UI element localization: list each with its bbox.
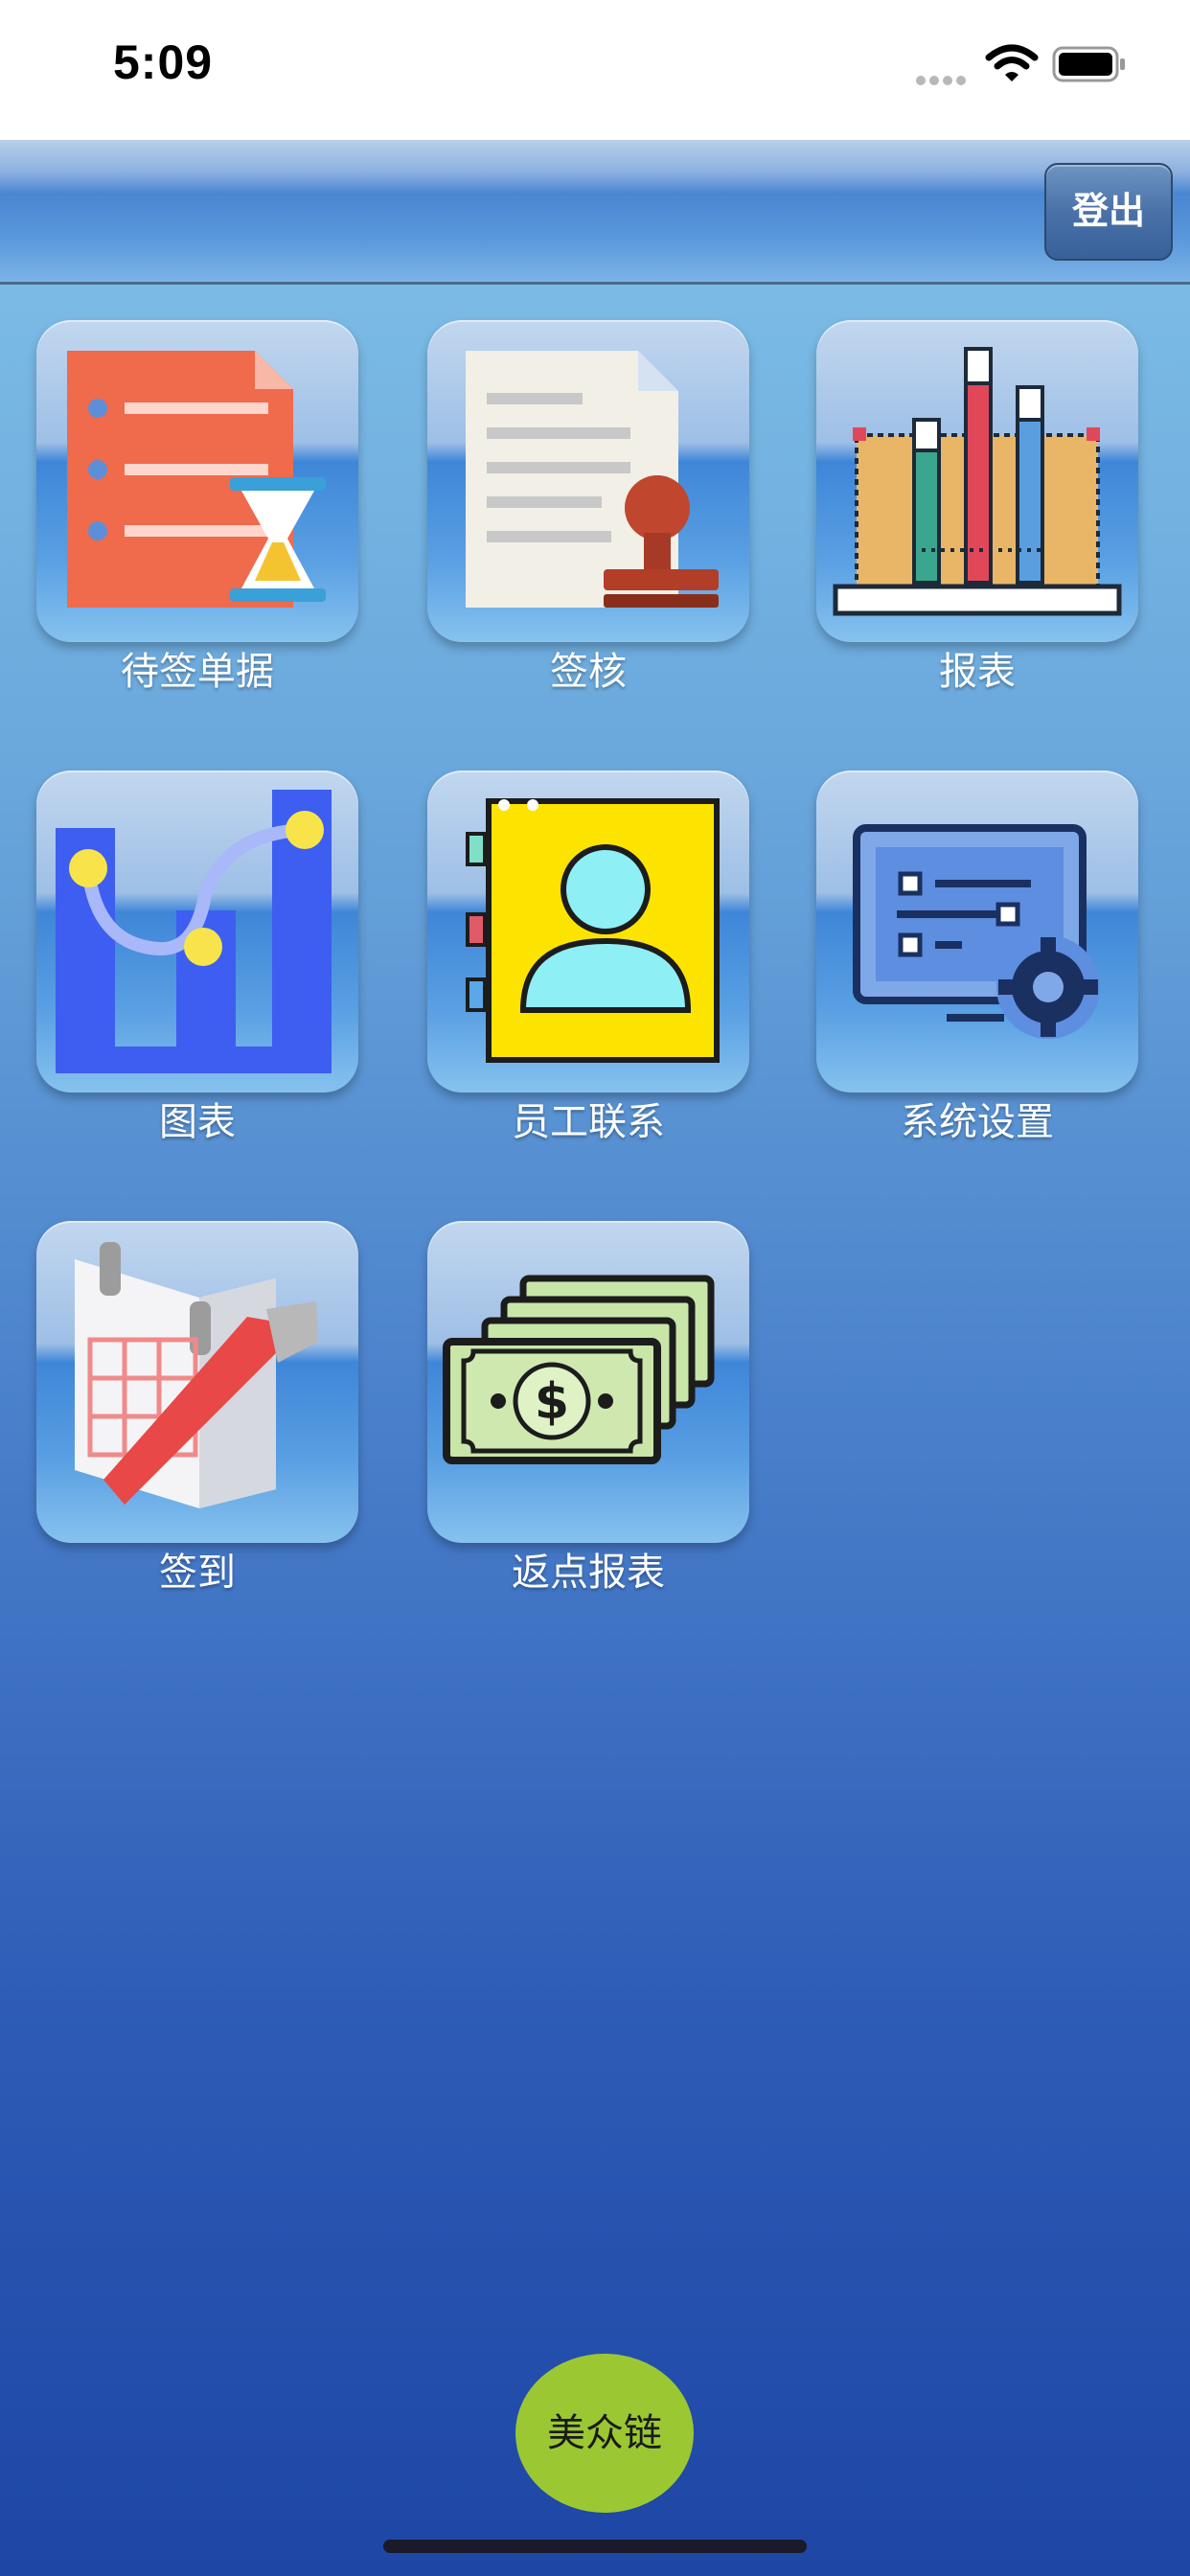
menu-tile-pending-documents[interactable]: [36, 320, 358, 642]
menu-label-approval: 签核: [550, 650, 627, 694]
app-header: [0, 140, 1190, 285]
menu-tile-report[interactable]: [816, 320, 1138, 642]
menu-label-pending-documents: 待签单据: [121, 650, 274, 694]
menu-label-settings: 系统设置: [901, 1100, 1054, 1144]
report-bars-icon: [833, 347, 1122, 616]
status-time: 5:09: [113, 35, 214, 89]
brand-button[interactable]: 美众链: [515, 2354, 694, 2513]
menu-label-rebate-report: 返点报表: [512, 1551, 665, 1595]
menu-label-check-in: 签到: [159, 1551, 236, 1595]
check-in-calendar-icon: [75, 1242, 318, 1508]
cash-rebate-icon: $: [443, 1275, 715, 1464]
settings-gear-icon: [853, 824, 1100, 1039]
pending-documents-icon: [67, 351, 326, 608]
menu-tile-rebate-report[interactable]: $: [427, 1221, 749, 1543]
menu-tile-settings[interactable]: [816, 770, 1138, 1092]
approval-stamp-icon: [466, 351, 719, 608]
chart-curve-icon: [56, 790, 332, 1073]
cellular-signal-icon: [916, 71, 970, 85]
home-indicator[interactable]: [383, 2540, 807, 2553]
logout-button[interactable]: 登出: [1044, 163, 1173, 261]
menu-tile-chart[interactable]: [36, 770, 358, 1092]
menu-tile-approval[interactable]: [427, 320, 749, 642]
battery-icon: [1052, 46, 1125, 82]
menu-label-report: 报表: [939, 650, 1016, 694]
wifi-icon: [985, 44, 1039, 81]
svg-text:$: $: [535, 1373, 569, 1431]
menu-tile-employee-contact[interactable]: [427, 770, 749, 1092]
menu-label-employee-contact: 员工联系: [512, 1100, 665, 1144]
menu-tile-check-in[interactable]: [36, 1221, 358, 1543]
employee-contact-icon: [466, 798, 720, 1063]
menu-label-chart: 图表: [159, 1100, 236, 1144]
status-bar: 5:09: [0, 0, 1190, 140]
